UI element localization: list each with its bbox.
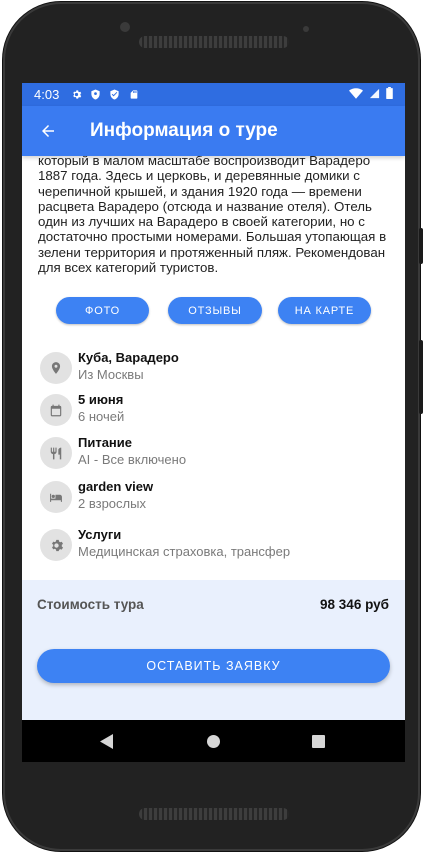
status-time: 4:03 [34,87,60,102]
battery-icon [386,87,393,102]
back-button[interactable] [36,119,60,143]
item-subtitle: Медицинская страховка, трансфер [78,544,291,559]
price-label: Стоимость тура [37,597,144,612]
photo-button[interactable]: ФОТО [56,297,149,324]
signal-icon [369,87,380,102]
wifi-icon [349,87,363,102]
calendar-icon [40,394,72,426]
arrow-left-icon [42,125,54,137]
item-subtitle: AI - Все включено [78,452,187,467]
gear-icon [40,529,72,561]
item-title: Куба, Варадеро [78,350,179,365]
item-title: garden view [78,479,154,494]
tour-description: который в малом масштабе воспроизводит В… [38,153,387,276]
price-panel: Стоимость тура 98 346 руб ОСТАВИТЬ ЗАЯВК… [22,580,405,720]
item-title: Питание [78,435,133,450]
action-buttons-row: ФОТО ОТЗЫВЫ НА КАРТЕ [22,297,405,325]
item-subtitle: 6 ночей [78,409,125,424]
system-nav-bar [22,720,405,762]
page-title: Информация о туре [90,120,278,141]
gear-icon [71,89,82,100]
cutlery-icon [40,437,72,469]
front-camera [120,22,130,32]
services-item: Услуги Медицинская страховка, трансфер [40,527,400,567]
screen: 4:03 Информация о туре который в малом м… [22,83,405,762]
bottom-speaker-grille [139,808,289,820]
map-button[interactable]: НА КАРТЕ [278,297,371,324]
top-speaker-grille [139,36,289,48]
shield-icon [109,89,120,100]
recents-square-icon [311,734,325,748]
shield-icon [90,89,101,100]
back-triangle-icon [100,733,113,749]
reviews-button[interactable]: ОТЗЫВЫ [168,297,262,324]
item-title: 5 июня [78,392,124,407]
volume-button [419,340,423,414]
nav-home-button[interactable] [193,720,233,762]
nav-back-button[interactable] [87,720,127,762]
proximity-sensor [303,26,309,32]
sd-card-icon [128,89,139,100]
item-subtitle: Из Москвы [78,367,144,382]
home-circle-icon [206,734,220,748]
status-bar: 4:03 [22,83,405,106]
room-item: garden view 2 взрослых [40,479,400,519]
location-item: Куба, Варадеро Из Москвы [40,350,400,390]
submit-order-button[interactable]: ОСТАВИТЬ ЗАЯВКУ [37,649,390,683]
app-bar: Информация о туре [22,106,405,156]
location-pin-icon [40,352,72,384]
nav-recents-button[interactable] [298,720,338,762]
meal-item: Питание AI - Все включено [40,435,400,475]
date-item: 5 июня 6 ночей [40,392,400,432]
item-title: Услуги [78,527,122,542]
price-value: 98 346 руб [320,597,389,612]
bed-icon [40,481,72,513]
power-button [419,228,423,264]
item-subtitle: 2 взрослых [78,496,146,511]
